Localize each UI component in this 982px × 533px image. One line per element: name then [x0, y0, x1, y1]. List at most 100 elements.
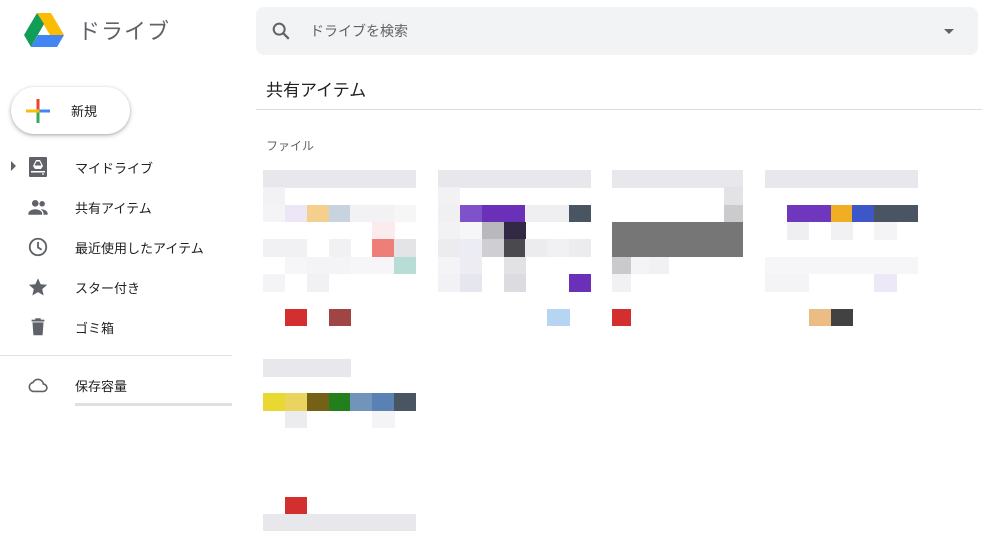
thumbnail-pixel [481, 204, 505, 223]
file-thumbnail-1[interactable] [263, 170, 417, 327]
thumbnail-pixel [350, 170, 373, 188]
thumbnail-pixel [263, 274, 286, 292]
thumbnail-pixel [649, 239, 669, 258]
thumbnail-pixel [284, 393, 308, 412]
thumbnail-pixel [765, 170, 788, 188]
thumbnail-pixel [263, 204, 286, 223]
thumbnail-pixel [547, 239, 570, 258]
thumbnail-pixel [394, 239, 417, 258]
thumbnail-pixel [765, 256, 788, 275]
sidebar-item-label: ゴミ箱 [75, 322, 115, 337]
thumbnail-pixel [668, 222, 688, 240]
thumbnail-pixel [306, 256, 330, 275]
page-title: 共有アイテム [266, 81, 367, 101]
thumbnail-pixel [649, 222, 669, 240]
google-drive-logo-icon[interactable] [24, 12, 64, 48]
thumbnail-pixel [328, 359, 351, 377]
search-input[interactable] [308, 19, 912, 45]
thumbnail-pixel [612, 170, 632, 188]
storage-usage-bar [75, 403, 232, 406]
thumbnail-pixel [724, 204, 744, 223]
thumbnail-pixel [503, 222, 526, 240]
title-divider [256, 109, 982, 110]
thumbnail-pixel [808, 170, 832, 188]
thumbnail-pixel [612, 274, 632, 292]
thumbnail-pixel [438, 187, 461, 206]
thumbnail-pixel [874, 274, 897, 292]
expand-caret-icon[interactable] [11, 161, 16, 171]
thumbnail-pixel [874, 222, 897, 240]
thumbnail-pixel [830, 308, 853, 327]
sidebar-item-shared[interactable]: 共有アイテム [0, 188, 232, 224]
thumbnail-pixel [786, 204, 810, 223]
thumbnail-pixel [350, 256, 373, 275]
thumbnail-pixel [459, 204, 483, 223]
thumbnail-pixel [328, 393, 351, 412]
thumbnail-pixel [459, 256, 483, 275]
thumbnail-pixel [724, 187, 744, 206]
thumbnail-pixel [503, 239, 526, 258]
thumbnail-pixel [481, 222, 505, 240]
thumbnail-pixel [284, 204, 308, 223]
thumbnail-pixel [686, 222, 707, 240]
thumbnail-pixel [724, 222, 744, 240]
clock-icon [28, 237, 48, 257]
thumbnail-pixel [372, 393, 395, 412]
thumbnail-pixel [481, 239, 505, 258]
thumbnail-pixel [569, 239, 592, 258]
thumbnail-pixel [612, 222, 632, 240]
thumbnail-pixel [852, 170, 875, 188]
thumbnail-pixel [263, 513, 286, 532]
sidebar-item-my-drive[interactable]: マイドライブ [0, 148, 232, 184]
thumbnail-pixel [438, 170, 461, 188]
thumbnail-pixel [668, 170, 688, 188]
thumbnail-pixel [686, 170, 707, 188]
search-icon[interactable] [270, 20, 292, 42]
thumbnail-pixel [284, 256, 308, 275]
thumbnail-pixel [786, 256, 810, 275]
thumbnail-pixel [438, 274, 461, 292]
thumbnail-pixel [612, 239, 632, 258]
thumbnail-pixel [874, 204, 897, 223]
thumbnail-pixel [686, 239, 707, 258]
search-options-dropdown-icon[interactable] [944, 29, 954, 34]
thumbnail-pixel [394, 256, 417, 275]
thumbnail-pixel [372, 410, 395, 429]
thumbnail-pixel [874, 170, 897, 188]
thumbnail-pixel [786, 170, 810, 188]
thumbnail-pixel [306, 393, 330, 412]
thumbnail-pixel [350, 393, 373, 412]
cloud-icon [28, 378, 48, 393]
star-icon [28, 278, 48, 296]
thumbnail-pixel [438, 256, 461, 275]
thumbnail-pixel [668, 239, 688, 258]
thumbnail-pixel [328, 239, 351, 258]
thumbnail-pixel [547, 170, 570, 188]
thumbnail-pixel [394, 393, 417, 412]
thumbnail-pixel [569, 204, 592, 223]
sidebar-item-starred[interactable]: スター付き [0, 268, 232, 304]
search-bar[interactable] [256, 7, 978, 55]
file-thumbnail-4[interactable] [765, 170, 919, 327]
thumbnail-pixel [525, 170, 548, 188]
thumbnail-pixel [830, 222, 853, 240]
thumbnail-pixel [547, 308, 570, 327]
file-thumbnail-3[interactable] [612, 170, 744, 327]
thumbnail-pixel [394, 513, 417, 532]
thumbnail-pixel [263, 187, 286, 206]
new-button[interactable]: 新規 [11, 87, 130, 134]
file-thumbnail-5[interactable] [263, 359, 417, 532]
sidebar-item-storage[interactable]: 保存容量 [0, 366, 232, 402]
thumbnail-pixel [786, 222, 810, 240]
thumbnail-pixel [630, 170, 650, 188]
sidebar-item-recent[interactable]: 最近使用したアイテム [0, 228, 232, 264]
thumbnail-pixel [394, 204, 417, 223]
thumbnail-pixel [328, 170, 351, 188]
thumbnail-pixel [372, 256, 395, 275]
file-thumbnail-2[interactable] [438, 170, 592, 327]
thumbnail-pixel [569, 170, 592, 188]
thumbnail-pixel [547, 204, 570, 223]
sidebar-item-trash[interactable]: ゴミ箱 [0, 308, 232, 344]
thumbnail-pixel [705, 239, 725, 258]
app-title: ドライブ [78, 20, 171, 45]
